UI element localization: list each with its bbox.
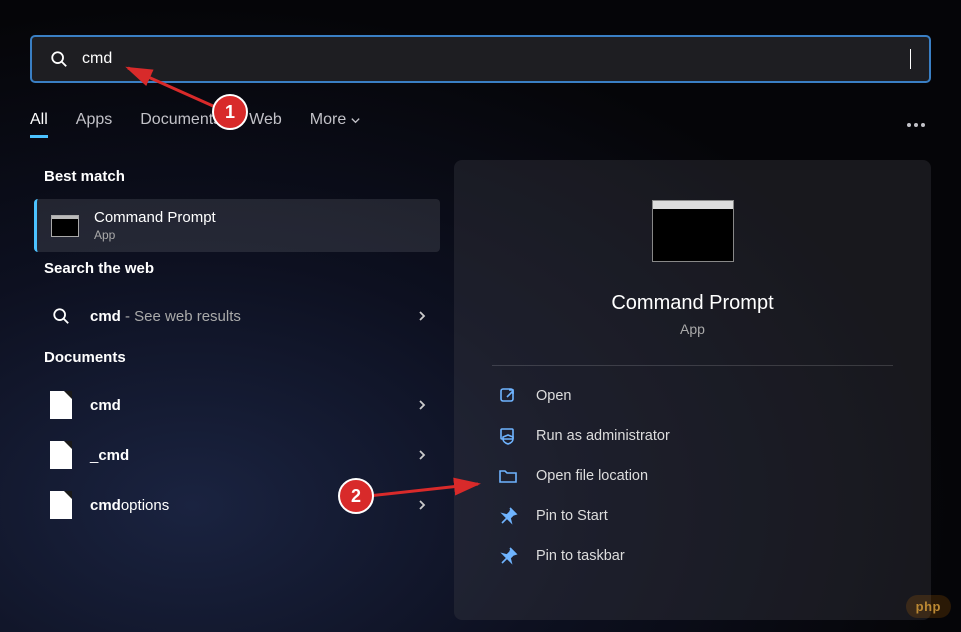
chevron-right-icon [416,310,428,322]
tab-documents[interactable]: Documents [140,111,221,138]
result-best-match[interactable]: Command Prompt App [34,199,440,252]
action-pin-to-taskbar[interactable]: Pin to taskbar [488,536,897,576]
chevron-right-icon [416,449,428,461]
tab-more[interactable]: More [310,111,361,138]
action-open-file-location[interactable]: Open file location [488,456,897,496]
cmd-app-icon [51,215,79,237]
detail-panel: Command Prompt App Open Run as administr… [454,160,931,620]
overflow-menu-button[interactable] [901,117,931,133]
divider [492,365,893,366]
pin-icon [498,506,518,526]
action-pin-to-start[interactable]: Pin to Start [488,496,897,536]
open-icon [498,386,518,406]
section-search-web: Search the web [44,260,440,277]
detail-app-name: Command Prompt [482,292,903,315]
result-name: cmdoptions [90,497,416,514]
pin-icon [498,546,518,566]
search-box[interactable] [30,35,931,83]
result-name: _cmd [90,447,416,464]
result-web[interactable]: cmd - See web results [30,291,440,341]
search-input[interactable] [82,50,911,68]
section-best-match: Best match [44,168,440,185]
chevron-right-icon [416,499,428,511]
app-thumbnail [652,200,734,262]
result-document[interactable]: cmdoptions [30,480,440,530]
result-document[interactable]: _cmd [30,430,440,480]
result-type: App [94,228,428,242]
result-name: cmd [90,397,416,414]
document-icon [50,441,72,469]
chevron-right-icon [416,399,428,411]
result-name: cmd - See web results [90,308,416,325]
search-icon [52,307,70,325]
folder-icon [498,466,518,486]
chevron-down-icon [350,115,361,126]
admin-shield-icon [498,426,518,446]
result-document[interactable]: cmd [30,380,440,430]
tab-row: All Apps Documents Web More [30,111,931,138]
action-run-as-admin[interactable]: Run as administrator [488,416,897,456]
tab-apps[interactable]: Apps [76,111,112,138]
document-icon [50,391,72,419]
result-name: Command Prompt [94,209,428,226]
document-icon [50,491,72,519]
search-icon [50,50,68,68]
text-caret [910,49,911,69]
section-documents: Documents [44,349,440,366]
detail-app-type: App [482,321,903,337]
tab-all[interactable]: All [30,111,48,138]
action-open[interactable]: Open [488,376,897,416]
watermark: php [906,595,951,618]
tab-web[interactable]: Web [249,111,282,138]
